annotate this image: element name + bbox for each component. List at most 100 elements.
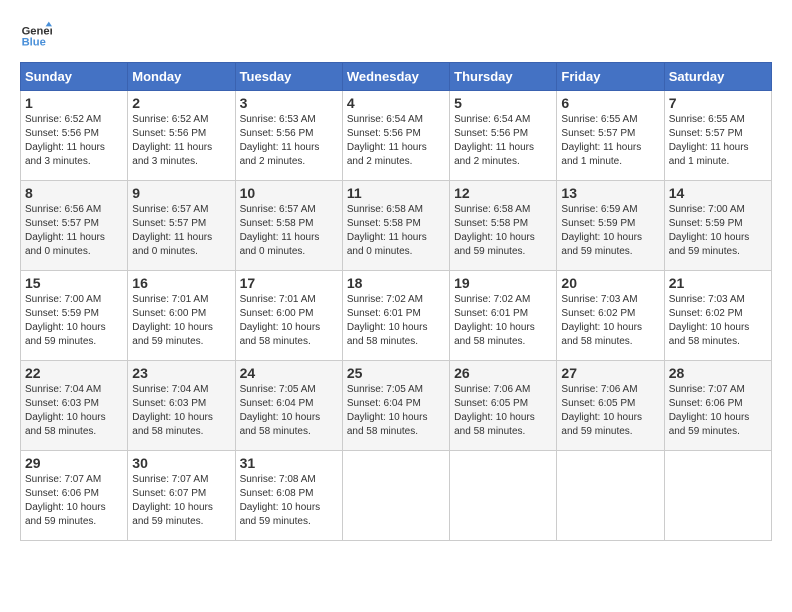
day-info: Sunrise: 6:58 AM Sunset: 5:58 PM Dayligh… (347, 203, 445, 259)
calendar-cell: 21 Sunrise: 7:03 AM Sunset: 6:02 PM Dayl… (664, 271, 771, 361)
day-number: 7 (669, 95, 767, 111)
weekday-header-thursday: Thursday (450, 63, 557, 91)
day-info: Sunrise: 7:06 AM Sunset: 6:05 PM Dayligh… (454, 383, 552, 439)
day-number: 22 (25, 365, 123, 381)
weekday-header-monday: Monday (128, 63, 235, 91)
calendar-cell: 13 Sunrise: 6:59 AM Sunset: 5:59 PM Dayl… (557, 181, 664, 271)
calendar-cell: 11 Sunrise: 6:58 AM Sunset: 5:58 PM Dayl… (342, 181, 449, 271)
logo: General Blue (20, 20, 52, 52)
day-number: 3 (240, 95, 338, 111)
calendar-cell (664, 451, 771, 541)
calendar-cell: 27 Sunrise: 7:06 AM Sunset: 6:05 PM Dayl… (557, 361, 664, 451)
calendar-table: SundayMondayTuesdayWednesdayThursdayFrid… (20, 62, 772, 541)
day-number: 1 (25, 95, 123, 111)
day-number: 29 (25, 455, 123, 471)
day-number: 15 (25, 275, 123, 291)
day-number: 20 (561, 275, 659, 291)
calendar-cell: 8 Sunrise: 6:56 AM Sunset: 5:57 PM Dayli… (21, 181, 128, 271)
calendar-cell (450, 451, 557, 541)
calendar-week-2: 8 Sunrise: 6:56 AM Sunset: 5:57 PM Dayli… (21, 181, 772, 271)
day-number: 27 (561, 365, 659, 381)
day-info: Sunrise: 7:08 AM Sunset: 6:08 PM Dayligh… (240, 473, 338, 529)
day-info: Sunrise: 6:55 AM Sunset: 5:57 PM Dayligh… (561, 113, 659, 169)
calendar-cell (557, 451, 664, 541)
day-info: Sunrise: 6:59 AM Sunset: 5:59 PM Dayligh… (561, 203, 659, 259)
calendar-cell: 29 Sunrise: 7:07 AM Sunset: 6:06 PM Dayl… (21, 451, 128, 541)
day-number: 19 (454, 275, 552, 291)
calendar-cell: 12 Sunrise: 6:58 AM Sunset: 5:58 PM Dayl… (450, 181, 557, 271)
svg-text:Blue: Blue (22, 37, 46, 49)
day-info: Sunrise: 7:02 AM Sunset: 6:01 PM Dayligh… (347, 293, 445, 349)
weekday-header-wednesday: Wednesday (342, 63, 449, 91)
day-number: 26 (454, 365, 552, 381)
day-number: 31 (240, 455, 338, 471)
day-number: 23 (132, 365, 230, 381)
day-number: 2 (132, 95, 230, 111)
calendar-cell: 17 Sunrise: 7:01 AM Sunset: 6:00 PM Dayl… (235, 271, 342, 361)
calendar-week-3: 15 Sunrise: 7:00 AM Sunset: 5:59 PM Dayl… (21, 271, 772, 361)
weekday-header-tuesday: Tuesday (235, 63, 342, 91)
calendar-cell: 1 Sunrise: 6:52 AM Sunset: 5:56 PM Dayli… (21, 91, 128, 181)
day-info: Sunrise: 7:04 AM Sunset: 6:03 PM Dayligh… (25, 383, 123, 439)
day-number: 28 (669, 365, 767, 381)
calendar-cell: 22 Sunrise: 7:04 AM Sunset: 6:03 PM Dayl… (21, 361, 128, 451)
calendar-week-4: 22 Sunrise: 7:04 AM Sunset: 6:03 PM Dayl… (21, 361, 772, 451)
calendar-cell: 24 Sunrise: 7:05 AM Sunset: 6:04 PM Dayl… (235, 361, 342, 451)
calendar-cell (342, 451, 449, 541)
day-info: Sunrise: 7:00 AM Sunset: 5:59 PM Dayligh… (669, 203, 767, 259)
day-info: Sunrise: 6:52 AM Sunset: 5:56 PM Dayligh… (132, 113, 230, 169)
day-info: Sunrise: 7:07 AM Sunset: 6:06 PM Dayligh… (25, 473, 123, 529)
day-number: 5 (454, 95, 552, 111)
calendar-cell: 28 Sunrise: 7:07 AM Sunset: 6:06 PM Dayl… (664, 361, 771, 451)
day-info: Sunrise: 7:04 AM Sunset: 6:03 PM Dayligh… (132, 383, 230, 439)
calendar-cell: 15 Sunrise: 7:00 AM Sunset: 5:59 PM Dayl… (21, 271, 128, 361)
day-number: 17 (240, 275, 338, 291)
day-info: Sunrise: 6:54 AM Sunset: 5:56 PM Dayligh… (347, 113, 445, 169)
day-number: 9 (132, 185, 230, 201)
calendar-cell: 10 Sunrise: 6:57 AM Sunset: 5:58 PM Dayl… (235, 181, 342, 271)
day-info: Sunrise: 7:00 AM Sunset: 5:59 PM Dayligh… (25, 293, 123, 349)
day-number: 30 (132, 455, 230, 471)
weekday-header-sunday: Sunday (21, 63, 128, 91)
day-info: Sunrise: 7:07 AM Sunset: 6:06 PM Dayligh… (669, 383, 767, 439)
day-info: Sunrise: 7:06 AM Sunset: 6:05 PM Dayligh… (561, 383, 659, 439)
day-info: Sunrise: 6:57 AM Sunset: 5:57 PM Dayligh… (132, 203, 230, 259)
day-number: 16 (132, 275, 230, 291)
calendar-cell: 26 Sunrise: 7:06 AM Sunset: 6:05 PM Dayl… (450, 361, 557, 451)
day-number: 25 (347, 365, 445, 381)
day-info: Sunrise: 6:56 AM Sunset: 5:57 PM Dayligh… (25, 203, 123, 259)
calendar-cell: 14 Sunrise: 7:00 AM Sunset: 5:59 PM Dayl… (664, 181, 771, 271)
calendar-week-1: 1 Sunrise: 6:52 AM Sunset: 5:56 PM Dayli… (21, 91, 772, 181)
calendar-cell: 6 Sunrise: 6:55 AM Sunset: 5:57 PM Dayli… (557, 91, 664, 181)
day-info: Sunrise: 7:01 AM Sunset: 6:00 PM Dayligh… (132, 293, 230, 349)
day-info: Sunrise: 7:01 AM Sunset: 6:00 PM Dayligh… (240, 293, 338, 349)
day-info: Sunrise: 6:52 AM Sunset: 5:56 PM Dayligh… (25, 113, 123, 169)
day-info: Sunrise: 7:03 AM Sunset: 6:02 PM Dayligh… (561, 293, 659, 349)
calendar-cell: 30 Sunrise: 7:07 AM Sunset: 6:07 PM Dayl… (128, 451, 235, 541)
day-number: 21 (669, 275, 767, 291)
day-info: Sunrise: 6:53 AM Sunset: 5:56 PM Dayligh… (240, 113, 338, 169)
day-number: 10 (240, 185, 338, 201)
calendar-cell: 31 Sunrise: 7:08 AM Sunset: 6:08 PM Dayl… (235, 451, 342, 541)
calendar-cell: 9 Sunrise: 6:57 AM Sunset: 5:57 PM Dayli… (128, 181, 235, 271)
day-number: 24 (240, 365, 338, 381)
day-info: Sunrise: 6:57 AM Sunset: 5:58 PM Dayligh… (240, 203, 338, 259)
day-number: 12 (454, 185, 552, 201)
calendar-cell: 25 Sunrise: 7:05 AM Sunset: 6:04 PM Dayl… (342, 361, 449, 451)
day-number: 6 (561, 95, 659, 111)
day-info: Sunrise: 6:54 AM Sunset: 5:56 PM Dayligh… (454, 113, 552, 169)
calendar-cell: 19 Sunrise: 7:02 AM Sunset: 6:01 PM Dayl… (450, 271, 557, 361)
day-info: Sunrise: 7:05 AM Sunset: 6:04 PM Dayligh… (347, 383, 445, 439)
day-number: 13 (561, 185, 659, 201)
day-info: Sunrise: 6:55 AM Sunset: 5:57 PM Dayligh… (669, 113, 767, 169)
calendar-cell: 5 Sunrise: 6:54 AM Sunset: 5:56 PM Dayli… (450, 91, 557, 181)
day-info: Sunrise: 7:02 AM Sunset: 6:01 PM Dayligh… (454, 293, 552, 349)
day-number: 8 (25, 185, 123, 201)
day-info: Sunrise: 6:58 AM Sunset: 5:58 PM Dayligh… (454, 203, 552, 259)
calendar-cell: 16 Sunrise: 7:01 AM Sunset: 6:00 PM Dayl… (128, 271, 235, 361)
calendar-cell: 3 Sunrise: 6:53 AM Sunset: 5:56 PM Dayli… (235, 91, 342, 181)
day-number: 11 (347, 185, 445, 201)
day-number: 18 (347, 275, 445, 291)
calendar-cell: 20 Sunrise: 7:03 AM Sunset: 6:02 PM Dayl… (557, 271, 664, 361)
calendar-cell: 7 Sunrise: 6:55 AM Sunset: 5:57 PM Dayli… (664, 91, 771, 181)
